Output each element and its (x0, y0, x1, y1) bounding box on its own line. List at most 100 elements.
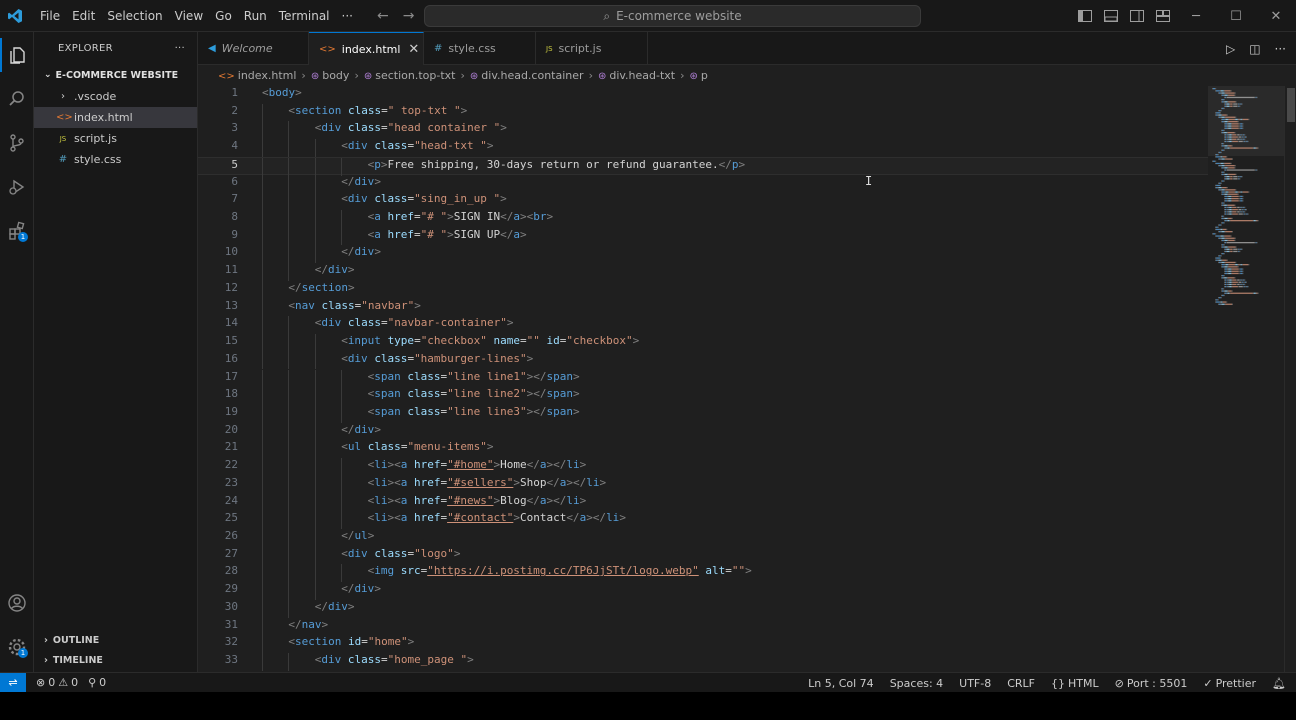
split-editor-icon[interactable]: ◫ (1249, 42, 1260, 56)
code-line[interactable]: 5 <p>Free shipping, 30-days return or ref… (198, 156, 1208, 176)
code-line[interactable]: 33 <div class="home_page "> (198, 653, 1208, 671)
code-line[interactable]: 13 <nav class="navbar"> (198, 298, 1208, 317)
code-line[interactable]: 24 <li><a href="#news">Blog</a></li> (198, 493, 1208, 512)
back-arrow-icon[interactable]: ← (377, 8, 389, 24)
menu-item[interactable]: Terminal (273, 0, 336, 32)
project-folder[interactable]: ⌄ E-COMMERCE WEBSITE (34, 64, 197, 86)
outline-section[interactable]: › OUTLINE (34, 630, 198, 650)
menu-item[interactable]: File (34, 0, 66, 32)
code-line[interactable]: 11 </div> (198, 263, 1208, 281)
menu-item[interactable]: Edit (66, 0, 101, 32)
code-line[interactable]: 17 <span class="line line1"></span> (198, 369, 1208, 388)
minimap-mark (1218, 237, 1219, 239)
maximize-icon[interactable]: ☐ (1216, 0, 1256, 32)
code-line[interactable]: 29 </div> (198, 582, 1208, 600)
code-line[interactable]: 3 <div class="head container "> (198, 121, 1208, 140)
breadcrumb-item[interactable]: ⊛ p (690, 69, 708, 82)
code-line[interactable]: 2 <section class=" top-txt "> (198, 103, 1208, 122)
toggle-primary-sidebar-icon[interactable] (1072, 0, 1098, 32)
code-line[interactable]: 19 <span class="line line3"></span> (198, 404, 1208, 423)
tab-style-css[interactable]: # style.css (424, 32, 536, 65)
tab-index-html[interactable]: <> index.html ✕ (309, 32, 424, 65)
accounts-icon[interactable] (0, 586, 34, 620)
command-center-search[interactable]: ⌕ E-commerce website (424, 5, 921, 27)
language-mode[interactable]: {} HTML (1051, 677, 1099, 690)
close-tab-icon[interactable]: ✕ (408, 42, 419, 57)
code-line[interactable]: 27 <div class="logo"> (198, 546, 1208, 565)
cursor-position[interactable]: Ln 5, Col 74 (808, 677, 874, 690)
remote-icon[interactable]: ⇌ (0, 672, 26, 693)
code-line[interactable]: 12 </section> (198, 280, 1208, 299)
toggle-panel-icon[interactable] (1098, 0, 1124, 32)
code-line[interactable]: 32 <section id="home"> (198, 635, 1208, 653)
code-line[interactable]: 26 </ul> (198, 529, 1208, 547)
minimap-mark (1225, 270, 1228, 272)
code-line[interactable]: 10 </div> (198, 245, 1208, 264)
breadcrumb-item[interactable]: ⊛ div.head-txt (598, 69, 675, 82)
minimap[interactable] (1208, 86, 1284, 672)
timeline-section[interactable]: › TIMELINE (34, 650, 198, 670)
forward-arrow-icon[interactable]: → (403, 8, 415, 24)
code-line[interactable]: 22 <li><a href="#home">Home</a></li> (198, 458, 1208, 476)
menu-item[interactable]: ··· (336, 0, 359, 32)
tab-welcome[interactable]: ◀ Welcome (198, 32, 309, 65)
run-debug-icon[interactable] (0, 170, 34, 204)
breadcrumb-item[interactable]: ⊛ body (311, 69, 350, 82)
code-line[interactable]: 4 <div class="head-txt "> (198, 139, 1208, 157)
explorer-more-icon[interactable]: ··· (175, 43, 185, 54)
code-line[interactable]: 30 </div> (198, 599, 1208, 618)
code-editor[interactable]: 1 <body> 2 <section class=" top-txt "> 3 <div… (198, 86, 1208, 672)
encoding[interactable]: UTF-8 (959, 677, 991, 690)
code-line[interactable]: 8 <a href="# ">SIGN IN</a><br> (198, 210, 1208, 228)
code-line[interactable]: 7 <div class="sing_in_up "> (198, 192, 1208, 210)
problems-indicator[interactable]: ⊗ 0 ⚠ 0 (36, 676, 78, 689)
more-actions-icon[interactable]: ··· (1275, 42, 1286, 56)
breadcrumb-label: index.html (237, 68, 297, 82)
customize-layout-icon[interactable] (1150, 0, 1176, 32)
breadcrumb-item[interactable]: <> index.html (218, 69, 296, 82)
code-line[interactable]: 15 <input type="checkbox" name="" id="che… (198, 334, 1208, 352)
file-tree-item[interactable]: JS script.js (34, 128, 197, 149)
code-line[interactable]: 20 </div> (198, 422, 1208, 441)
ports-indicator[interactable]: ⚲ 0 (88, 676, 106, 689)
close-window-icon[interactable]: ✕ (1256, 0, 1296, 32)
prettier-status[interactable]: ✓ Prettier (1203, 677, 1256, 690)
code-line[interactable]: 9 <a href="# ">SIGN UP</a> (198, 227, 1208, 246)
code-line[interactable]: 6 </div> (198, 174, 1208, 193)
search-icon[interactable] (0, 82, 34, 116)
notifications-bell-icon[interactable]: 🔔︎ (1272, 677, 1286, 690)
menu-item[interactable]: Selection (101, 0, 168, 32)
code-line[interactable]: 18 <span class="line line2"></span> (198, 387, 1208, 405)
code-line[interactable]: 21 <ul class="menu-items"> (198, 440, 1208, 459)
line-ending[interactable]: CRLF (1007, 677, 1035, 690)
minimap-mark (1243, 281, 1245, 283)
code-line[interactable]: 25 <li><a href="#contact">Contact</a></li… (198, 511, 1208, 529)
live-server-port[interactable]: ⊘ Port : 5501 (1115, 677, 1188, 690)
breadcrumb-item[interactable]: ⊛ section.top-txt (364, 69, 456, 82)
indentation[interactable]: Spaces: 4 (890, 677, 943, 690)
run-file-icon[interactable]: ▷ (1226, 42, 1235, 56)
code-line[interactable]: 23 <li><a href="#sellers">Shop</a></li> (198, 475, 1208, 494)
editor-scrollbar[interactable] (1284, 86, 1296, 672)
file-tree-item[interactable]: › .vscode (34, 86, 197, 107)
file-tree-item[interactable]: <> index.html (34, 107, 197, 128)
menu-item[interactable]: View (169, 0, 209, 32)
menu-item[interactable]: Run (238, 0, 273, 32)
file-tree-item[interactable]: # style.css (34, 149, 197, 170)
extensions-icon[interactable]: 1 (0, 214, 34, 248)
minimap-mark (1236, 279, 1238, 281)
source-control-icon[interactable] (0, 126, 34, 160)
toggle-secondary-sidebar-icon[interactable] (1124, 0, 1150, 32)
code-line[interactable]: 1 <body> (198, 86, 1208, 104)
breadcrumb-item[interactable]: ⊛ div.head.container (470, 69, 584, 82)
code-line[interactable]: 28 <img src="https://i.postimg.cc/TP6JjST… (198, 564, 1208, 583)
minimize-icon[interactable]: ─ (1176, 0, 1216, 32)
code-line[interactable]: 14 <div class="navbar-container"> (198, 316, 1208, 335)
scrollbar-thumb[interactable] (1287, 88, 1295, 122)
tab-script-js[interactable]: JS script.js (536, 32, 648, 65)
manage-gear-icon[interactable]: 1 (0, 630, 34, 664)
explorer-icon[interactable] (0, 38, 34, 72)
code-line[interactable]: 16 <div class="hamburger-lines"> (198, 351, 1208, 370)
menu-item[interactable]: Go (209, 0, 238, 32)
code-line[interactable]: 31 </nav> (198, 617, 1208, 636)
